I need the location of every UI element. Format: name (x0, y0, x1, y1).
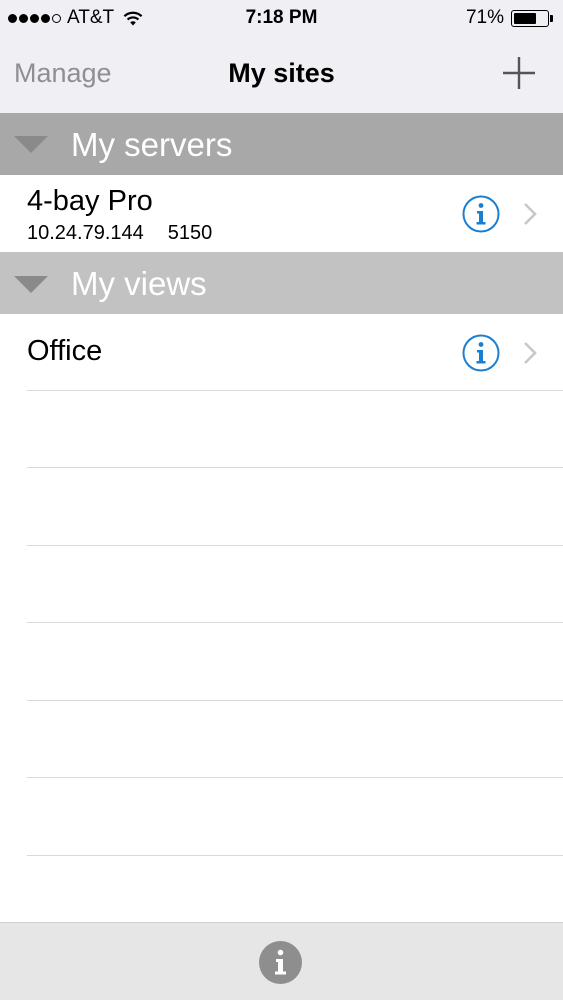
chevron-right-icon (524, 203, 537, 225)
collapse-triangle-icon[interactable] (14, 136, 48, 153)
section-header-servers[interactable]: My servers (0, 113, 563, 175)
view-name: Office (27, 335, 103, 367)
list-separator (27, 622, 563, 623)
info-icon[interactable] (258, 940, 303, 985)
battery-icon (511, 9, 549, 27)
section-label-views: My views (71, 265, 207, 302)
bottom-toolbar (0, 922, 563, 1000)
section-label-servers: My servers (71, 126, 233, 163)
navigation-bar: Manage My sites (0, 40, 563, 113)
view-row[interactable]: Office (0, 314, 563, 390)
server-row[interactable]: 4-bay Pro 10.24.79.144 5150 (0, 175, 563, 252)
status-bar: AT&T 7:18 PM 71% (0, 0, 563, 40)
list-separator (27, 855, 563, 856)
server-details: 10.24.79.144 5150 (27, 222, 212, 245)
collapse-triangle-icon[interactable] (14, 276, 48, 293)
battery-percent: 71% (465, 7, 504, 28)
list-separator (27, 545, 563, 546)
server-port: 5150 (167, 222, 213, 244)
list-separator (27, 467, 563, 468)
battery-fill (514, 12, 536, 24)
status-right: 71% (466, 7, 553, 29)
list-separator (27, 700, 563, 701)
info-icon[interactable] (462, 195, 500, 233)
battery-nub (550, 14, 553, 22)
app-screen: AT&T 7:18 PM 71% Manage My sites My serv… (0, 0, 563, 1000)
server-address: 10.24.79.144 (27, 222, 144, 244)
chevron-right-icon (524, 342, 537, 364)
page-title: My sites (228, 58, 335, 88)
list-separator (27, 777, 563, 778)
list-separator (27, 390, 563, 391)
server-name: 4-bay Pro (27, 185, 153, 217)
plus-icon[interactable] (500, 54, 538, 92)
info-icon[interactable] (462, 334, 500, 372)
section-header-views[interactable]: My views (0, 252, 563, 314)
